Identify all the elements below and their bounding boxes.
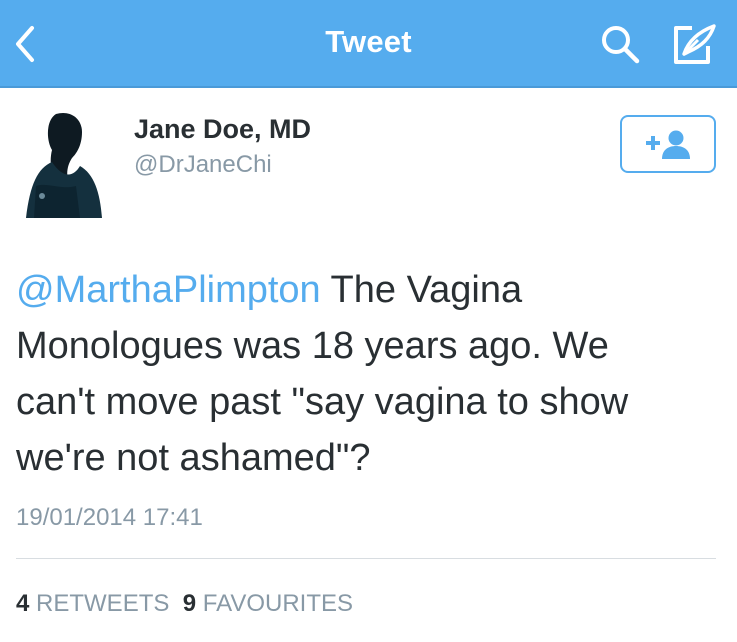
retweets-label: RETWEETS — [36, 590, 170, 617]
retweets-stat[interactable]: 4 RETWEETS — [16, 590, 169, 617]
compose-icon[interactable] — [668, 20, 720, 70]
tweet-text: @MarthaPlimpton The Vagina Monologues wa… — [16, 262, 716, 486]
tweet-timestamp: 19/01/2014 17:41 — [16, 504, 203, 531]
tweet-line: Monologues was 18 years ago. We — [16, 325, 609, 367]
user-display-name[interactable]: Jane Doe, MD — [134, 114, 311, 145]
search-icon[interactable] — [598, 22, 644, 68]
mention-link[interactable]: @MarthaPlimpton — [16, 269, 321, 311]
tweet-stats: 4 RETWEETS 9 FAVOURITES — [16, 590, 353, 618]
follow-user-icon — [646, 130, 690, 159]
top-navbar: Tweet — [0, 0, 737, 88]
tweet-line: can't move past "say vagina to show — [16, 381, 629, 423]
avatar[interactable] — [16, 110, 114, 218]
favourites-label: FAVOURITES — [202, 590, 353, 617]
tweet-line: we're not ashamed"? — [16, 437, 371, 479]
tweet-line-text: The Vagina — [320, 269, 523, 311]
retweets-count: 4 — [16, 590, 30, 617]
favourites-stat[interactable]: 9 FAVOURITES — [183, 590, 353, 617]
user-handle[interactable]: @DrJaneChi — [134, 151, 272, 179]
favourites-count: 9 — [182, 590, 197, 617]
divider — [16, 558, 716, 559]
tweet-line: @MarthaPlimpton The Vagina — [16, 262, 716, 318]
follow-button[interactable] — [620, 115, 716, 173]
